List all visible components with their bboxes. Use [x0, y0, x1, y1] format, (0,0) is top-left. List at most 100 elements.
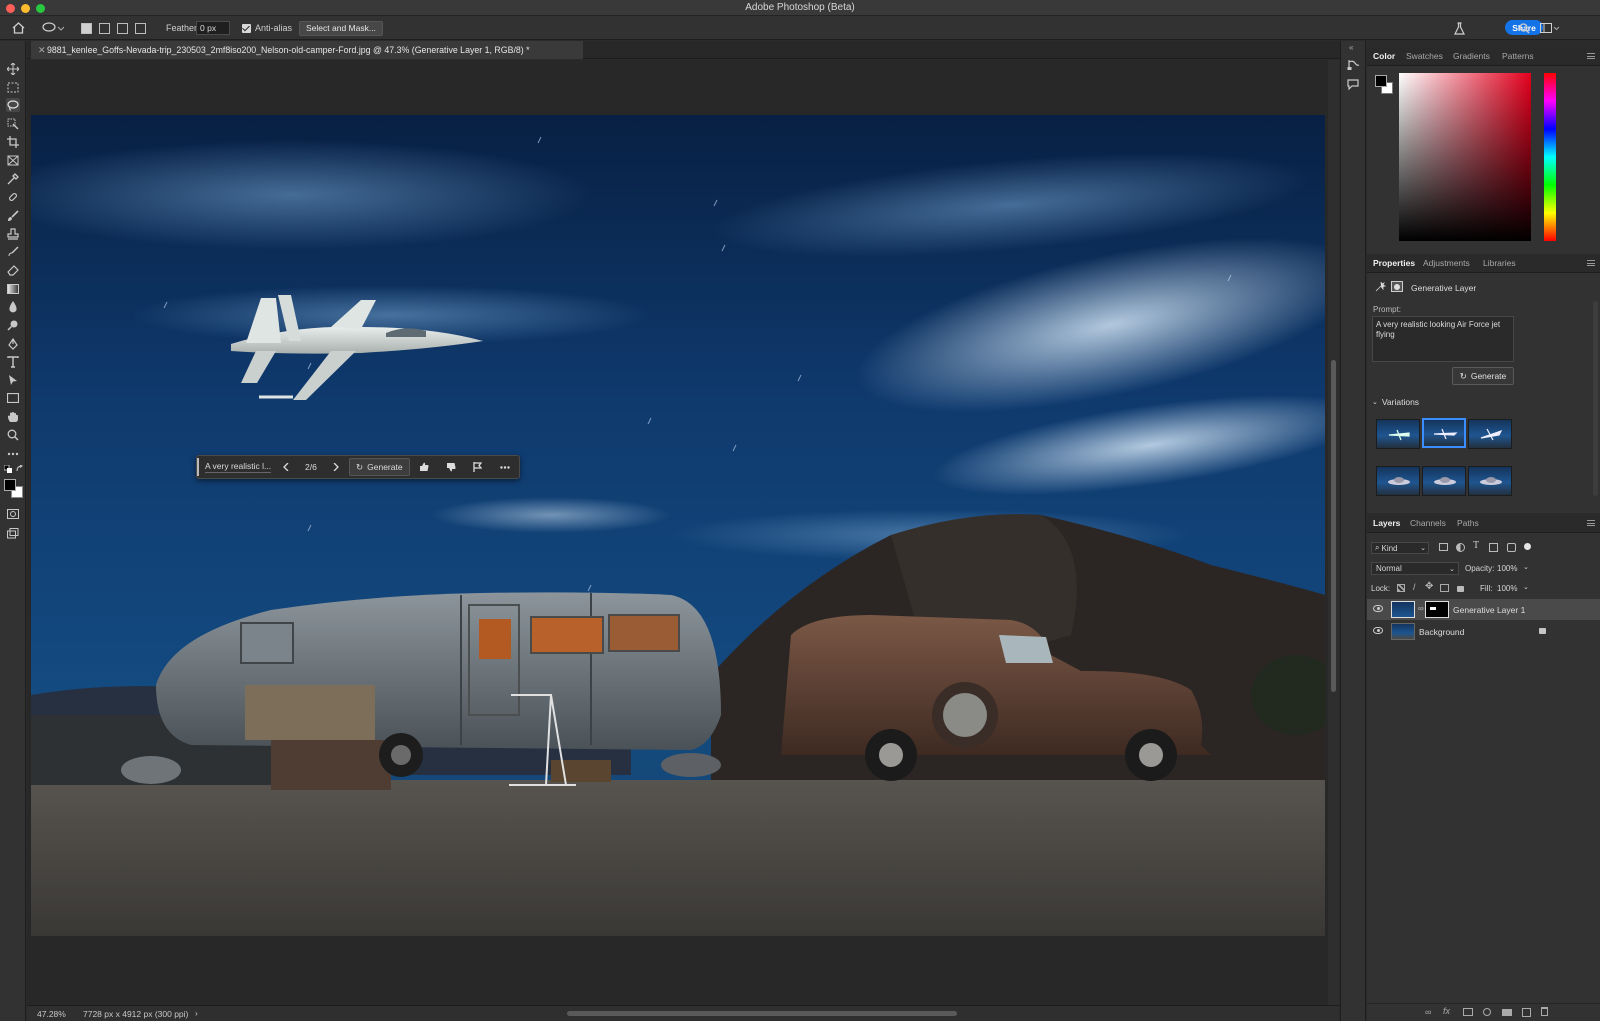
frame-tool-icon[interactable]: [6, 153, 20, 167]
thumbs-up-icon[interactable]: [419, 456, 429, 478]
filter-type-icon[interactable]: T: [1473, 540, 1479, 551]
eraser-tool-icon[interactable]: [6, 263, 20, 277]
layer-filter-select[interactable]: ⌕ Kind ⌄: [1371, 542, 1429, 554]
tab-libraries[interactable]: Libraries: [1483, 258, 1516, 268]
variation-thumb-4[interactable]: [1376, 466, 1420, 496]
home-icon[interactable]: [12, 20, 25, 36]
path-selection-tool-icon[interactable]: [6, 373, 20, 387]
dodge-tool-icon[interactable]: [6, 318, 20, 332]
add-mask-icon[interactable]: [1463, 1008, 1473, 1016]
horizontal-scroll-thumb[interactable]: [567, 1011, 957, 1016]
tab-layers[interactable]: Layers: [1373, 518, 1400, 528]
eyedropper-tool-icon[interactable]: [6, 172, 20, 186]
quick-mask-icon[interactable]: [6, 507, 20, 521]
hue-slider[interactable]: [1544, 73, 1556, 241]
visibility-eye-icon[interactable]: [1373, 605, 1383, 612]
intersect-selection-mode[interactable]: [135, 20, 146, 36]
opacity-input[interactable]: 100%: [1497, 564, 1517, 573]
search-icon[interactable]: [1519, 20, 1530, 36]
opacity-chevron-icon[interactable]: ⌄: [1523, 563, 1529, 571]
more-tools-icon[interactable]: [6, 447, 20, 461]
blur-tool-icon[interactable]: [6, 300, 20, 314]
object-selection-tool-icon[interactable]: [6, 117, 20, 131]
status-expand-icon[interactable]: ›: [195, 1008, 198, 1018]
filter-pixel-icon[interactable]: [1439, 543, 1448, 551]
ctx-generate-button[interactable]: ↻ Generate: [349, 458, 410, 476]
tab-color[interactable]: Color: [1373, 51, 1395, 61]
tab-adjustments[interactable]: Adjustments: [1423, 258, 1470, 268]
foreground-color-swatch[interactable]: [4, 479, 16, 491]
clone-stamp-tool-icon[interactable]: [6, 227, 20, 241]
variation-thumb-6[interactable]: [1468, 466, 1512, 496]
type-tool-icon[interactable]: [6, 355, 20, 369]
pen-tool-icon[interactable]: [6, 337, 20, 351]
add-selection-mode[interactable]: [99, 20, 110, 36]
layers-panel-menu-icon[interactable]: [1587, 520, 1595, 526]
generate-button[interactable]: ↻ Generate: [1452, 367, 1514, 385]
default-colors-icon[interactable]: [3, 464, 12, 473]
vertical-scroll-thumb[interactable]: [1331, 360, 1336, 692]
gradient-tool-icon[interactable]: [6, 282, 20, 296]
filter-smart-object-icon[interactable]: [1507, 543, 1516, 552]
hand-tool-icon[interactable]: [6, 410, 20, 424]
subtract-selection-mode[interactable]: [117, 20, 128, 36]
history-panel-icon[interactable]: [1347, 59, 1360, 74]
lock-transparent-icon[interactable]: [1397, 584, 1405, 592]
tab-patterns[interactable]: Patterns: [1502, 51, 1534, 61]
filter-toggle-icon[interactable]: [1524, 543, 1531, 550]
antialias-checkbox[interactable]: Anti-alias: [242, 20, 292, 36]
layer-style-fx-icon[interactable]: fx: [1443, 1006, 1450, 1016]
layer-row-background[interactable]: Background: [1367, 621, 1600, 642]
lock-image-icon[interactable]: /: [1413, 582, 1416, 592]
color-panel-menu-icon[interactable]: [1587, 53, 1595, 59]
variation-thumb-2[interactable]: [1422, 418, 1466, 448]
marquee-tool-icon[interactable]: [6, 80, 20, 94]
variation-thumb-5[interactable]: [1422, 466, 1466, 496]
variations-header[interactable]: ⌄ Variations: [1372, 397, 1419, 407]
fg-bg-color-swatches[interactable]: [1375, 75, 1395, 95]
close-tab-icon[interactable]: ✕: [38, 45, 46, 56]
fill-chevron-icon[interactable]: ⌄: [1523, 583, 1529, 591]
document-tab[interactable]: ✕ 9881_kenlee_Goffs-Nevada-trip_230503_2…: [31, 41, 583, 59]
tab-channels[interactable]: Channels: [1410, 518, 1446, 528]
swap-colors-icon[interactable]: [15, 464, 24, 473]
variation-thumb-3[interactable]: [1468, 419, 1512, 449]
properties-scrollbar[interactable]: [1593, 301, 1598, 496]
link-layers-icon[interactable]: ∞: [1425, 1007, 1431, 1017]
layer-row-generative[interactable]: ∞ Generative Layer 1: [1367, 599, 1600, 620]
link-icon[interactable]: ∞: [1418, 604, 1424, 613]
previous-variation-icon[interactable]: [283, 456, 289, 478]
collapse-panels-icon[interactable]: «: [1349, 43, 1353, 52]
prompt-textarea[interactable]: A very realistic looking Air Force jet f…: [1372, 316, 1514, 362]
new-group-icon[interactable]: [1502, 1009, 1512, 1016]
comments-panel-icon[interactable]: [1347, 79, 1359, 93]
crop-tool-icon[interactable]: [6, 135, 20, 149]
zoom-level[interactable]: 47.28%: [37, 1009, 66, 1019]
color-picker-field[interactable]: [1399, 73, 1531, 241]
layer-mask-thumbnail[interactable]: [1425, 601, 1449, 618]
thumbs-down-icon[interactable]: [446, 456, 456, 478]
canvas-area[interactable]: A very realistic l... 2/6 ↻ Generate: [27, 60, 1339, 1005]
next-variation-icon[interactable]: [333, 456, 339, 478]
properties-panel-menu-icon[interactable]: [1587, 260, 1595, 266]
feather-input[interactable]: 0 px: [196, 21, 230, 35]
zoom-tool-icon[interactable]: [6, 428, 20, 442]
new-selection-mode[interactable]: [81, 20, 92, 36]
labs-flask-icon[interactable]: [1454, 20, 1465, 36]
history-brush-tool-icon[interactable]: [6, 245, 20, 259]
lock-all-icon[interactable]: [1457, 586, 1464, 592]
tab-gradients[interactable]: Gradients: [1453, 51, 1490, 61]
foreground-background-swatches[interactable]: [4, 479, 24, 499]
delete-layer-icon[interactable]: [1541, 1007, 1548, 1016]
fill-input[interactable]: 100%: [1497, 584, 1517, 593]
screen-mode-icon[interactable]: [6, 526, 20, 540]
filter-adjustment-icon[interactable]: [1456, 543, 1465, 552]
more-options-icon[interactable]: [500, 456, 510, 478]
new-adjustment-icon[interactable]: [1483, 1008, 1491, 1016]
visibility-eye-icon[interactable]: [1373, 627, 1383, 634]
panel-foreground-swatch[interactable]: [1375, 75, 1387, 87]
move-tool-icon[interactable]: [6, 62, 20, 76]
tab-properties[interactable]: Properties: [1373, 258, 1415, 268]
drag-handle[interactable]: [197, 458, 199, 476]
variation-thumb-1[interactable]: [1376, 419, 1420, 449]
